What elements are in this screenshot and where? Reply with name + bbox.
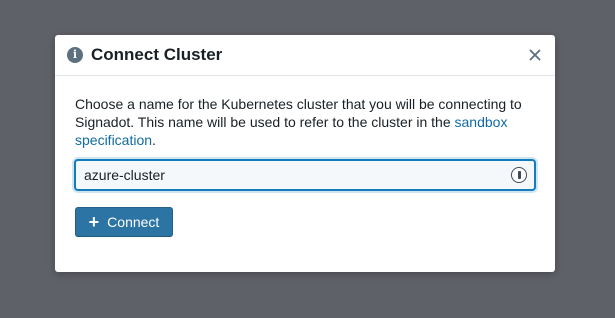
connect-button-label: Connect: [107, 214, 160, 230]
description-suffix: .: [152, 132, 156, 148]
cluster-name-field: [75, 160, 535, 190]
cluster-name-input[interactable]: [75, 160, 535, 190]
plus-icon: +: [88, 212, 100, 232]
connect-button[interactable]: + Connect: [75, 207, 173, 237]
password-manager-icon[interactable]: [511, 167, 527, 183]
connect-cluster-dialog: i Connect Cluster Choose a name for the …: [55, 35, 555, 272]
info-icon: i: [67, 47, 83, 63]
dialog-title: Connect Cluster: [91, 45, 223, 64]
dialog-header: i Connect Cluster: [55, 35, 555, 76]
close-icon[interactable]: [527, 47, 543, 63]
description: Choose a name for the Kubernetes cluster…: [75, 95, 535, 149]
dialog-body: Choose a name for the Kubernetes cluster…: [55, 76, 555, 237]
